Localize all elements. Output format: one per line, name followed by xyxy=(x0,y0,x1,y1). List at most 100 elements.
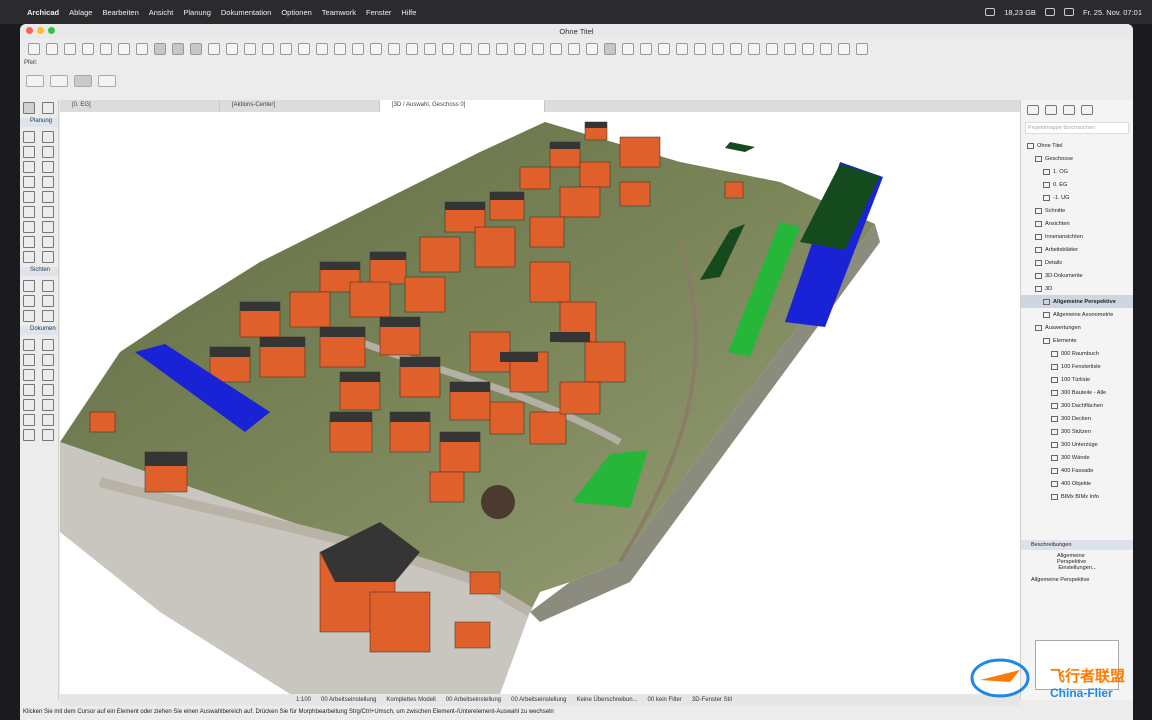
redo-icon[interactable] xyxy=(64,43,76,55)
menu-ansicht[interactable]: Ansicht xyxy=(144,8,179,17)
tree-item[interactable]: Geschosse xyxy=(1021,152,1133,165)
text-tool-icon[interactable] xyxy=(23,354,35,366)
stair-tool-icon[interactable] xyxy=(42,176,54,188)
tree-item[interactable]: Ansichten xyxy=(1021,217,1133,230)
tree-item[interactable]: 300 Stützen xyxy=(1021,425,1133,438)
intersect-icon[interactable] xyxy=(460,43,472,55)
tree-item[interactable]: 000 Raumbuch xyxy=(1021,347,1133,360)
tree-item[interactable]: Allgemeine Axonometrie xyxy=(1021,308,1133,321)
opening-tool-icon[interactable] xyxy=(42,251,54,263)
tree-item[interactable]: 400 Objekte xyxy=(1021,477,1133,490)
move-icon[interactable] xyxy=(316,43,328,55)
tree-item[interactable]: 1. OG xyxy=(1021,165,1133,178)
publisher-icon[interactable] xyxy=(1081,105,1093,115)
worksheet-tool-icon[interactable] xyxy=(42,295,54,307)
curtain-wall-tool-icon[interactable] xyxy=(42,206,54,218)
polyline-tool-icon[interactable] xyxy=(42,384,54,396)
menu-planung[interactable]: Planung xyxy=(178,8,216,17)
refresh-icon[interactable] xyxy=(802,43,814,55)
tree-item[interactable]: Schnitte xyxy=(1021,204,1133,217)
grid-tool-icon[interactable] xyxy=(42,414,54,426)
walk-icon[interactable] xyxy=(820,43,832,55)
memory-readout[interactable]: 18,23 GB xyxy=(1004,8,1036,17)
arrow-icon[interactable] xyxy=(244,43,256,55)
tree-item[interactable]: Innenansichten xyxy=(1021,230,1133,243)
pick-up-icon[interactable] xyxy=(82,43,94,55)
tree-item[interactable]: 300 Unterzüge xyxy=(1021,438,1133,451)
structure-field[interactable]: Komplettes Modell xyxy=(386,697,435,703)
pen-set-field[interactable]: 00 Arbeitseinstellung xyxy=(446,697,501,703)
skylight-tool-icon[interactable] xyxy=(42,161,54,173)
zoom-window-button[interactable] xyxy=(48,27,55,34)
tree-item[interactable]: 400 Fassade xyxy=(1021,464,1133,477)
tab-floor-plan[interactable]: [0. EG] xyxy=(60,100,220,112)
snap-icon[interactable] xyxy=(136,43,148,55)
control-center-icon[interactable] xyxy=(1063,8,1074,16)
zone-tool-icon[interactable] xyxy=(23,236,35,248)
menu-hilfe[interactable]: Hilfe xyxy=(396,8,421,17)
render-icon[interactable] xyxy=(730,43,742,55)
circle-tool-icon[interactable] xyxy=(23,384,35,396)
hotspot-tool-icon[interactable] xyxy=(23,414,35,426)
offset-icon[interactable] xyxy=(496,43,508,55)
view-map-icon[interactable] xyxy=(1045,105,1057,115)
menu-optionen[interactable]: Optionen xyxy=(276,8,316,17)
slab-tool-icon[interactable] xyxy=(23,176,35,188)
tree-item[interactable]: BIMx BIMx Info xyxy=(1021,490,1133,503)
window-tool-icon[interactable] xyxy=(42,146,54,158)
interior-elevation-tool-icon[interactable] xyxy=(23,295,35,307)
tree-item[interactable]: 300 Dachflächen xyxy=(1021,399,1133,412)
favorites-icon[interactable] xyxy=(748,43,760,55)
wall-joint-icon[interactable] xyxy=(532,43,544,55)
toolbox-section-dokumentation[interactable]: Dokumen xyxy=(20,326,58,335)
tree-item[interactable]: -1. UG xyxy=(1021,191,1133,204)
fillet-icon[interactable] xyxy=(514,43,526,55)
menu-bearbeiten[interactable]: Bearbeiten xyxy=(97,8,143,17)
layer-combo-field[interactable]: 00 Arbeitseinstellung xyxy=(321,697,376,703)
tree-item[interactable]: Auswertungen xyxy=(1021,321,1133,334)
tree-item[interactable]: 3D-Dokumente xyxy=(1021,269,1133,282)
tree-item[interactable]: 0. EG xyxy=(1021,178,1133,191)
layout-icon[interactable] xyxy=(640,43,652,55)
tree-item[interactable]: Arbeitsblätter xyxy=(1021,243,1133,256)
menu-ablage[interactable]: Ablage xyxy=(64,8,97,17)
plan-view-icon[interactable] xyxy=(622,43,634,55)
arrow-tool-icon[interactable] xyxy=(23,102,35,114)
split-icon[interactable] xyxy=(424,43,436,55)
tree-item[interactable]: 100 Fensterliste xyxy=(1021,360,1133,373)
line-tool-icon[interactable] xyxy=(42,369,54,381)
hand-icon[interactable] xyxy=(74,75,92,87)
angle-dim-tool-icon[interactable] xyxy=(42,429,54,441)
inject-icon[interactable] xyxy=(100,43,112,55)
solid-ops-icon[interactable] xyxy=(550,43,562,55)
change-tool-icon[interactable] xyxy=(42,310,54,322)
tab-action-center[interactable]: [Aktions-Center] xyxy=(220,100,380,112)
project-map-icon[interactable] xyxy=(1027,105,1039,115)
menu-fenster[interactable]: Fenster xyxy=(361,8,396,17)
clock[interactable]: Fr. 25. Nov. 07:01 xyxy=(1083,8,1142,17)
layout-book-icon[interactable] xyxy=(1063,105,1075,115)
lamp-tool-icon[interactable] xyxy=(42,236,54,248)
shell-tool-icon[interactable] xyxy=(23,206,35,218)
toolbox-section-planung[interactable]: Planung xyxy=(20,118,58,127)
eyedropper-icon[interactable] xyxy=(118,43,130,55)
3d-view-icon[interactable] xyxy=(604,43,616,55)
trim-icon[interactable] xyxy=(442,43,454,55)
elevation-icon[interactable] xyxy=(694,43,706,55)
suspend-groups-icon[interactable] xyxy=(298,43,310,55)
beam-tool-icon[interactable] xyxy=(23,161,35,173)
elevation-tool-icon[interactable] xyxy=(42,280,54,292)
column-tool-icon[interactable] xyxy=(23,146,35,158)
section-tool-icon[interactable] xyxy=(23,280,35,292)
snap-points-icon[interactable] xyxy=(172,43,184,55)
selection-method-icon[interactable] xyxy=(26,75,44,87)
minimize-window-button[interactable] xyxy=(37,27,44,34)
model-view-field[interactable]: 00 Arbeitseinstellung xyxy=(511,697,566,703)
morph-tool-icon[interactable] xyxy=(23,221,35,233)
object-tool-icon[interactable] xyxy=(42,221,54,233)
menu-teamwork[interactable]: Teamwork xyxy=(317,8,361,17)
scale-field[interactable]: 1:100 xyxy=(296,697,311,703)
descriptions-header[interactable]: Beschreibungen xyxy=(1021,540,1133,550)
tree-item[interactable]: Elemente xyxy=(1021,334,1133,347)
guide-lines-icon[interactable] xyxy=(154,43,166,55)
